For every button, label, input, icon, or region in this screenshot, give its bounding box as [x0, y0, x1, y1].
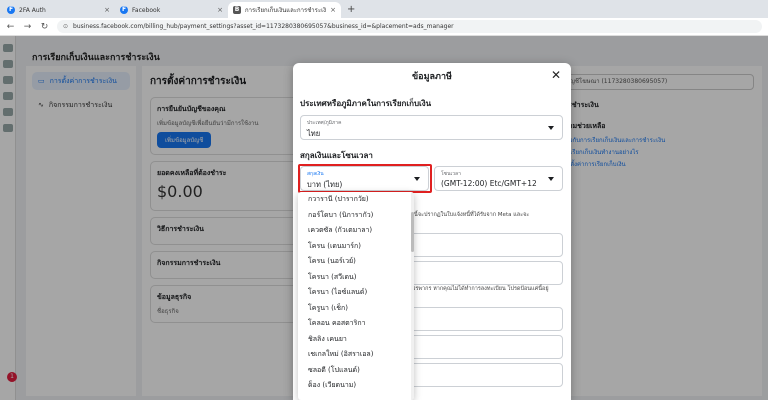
tax-note-1: ข้อมูลนี้จะปรากฏในใบแจ้งหนี้ที่ได้รับจาก…	[400, 212, 530, 218]
currency-option[interactable]: โครน (เดนมาร์ก)	[298, 239, 414, 255]
currency-option[interactable]: ชิลลิง เคนยา	[298, 332, 414, 348]
billing-icon: B	[233, 6, 241, 14]
url-text: business.facebook.com/billing_hub/paymen…	[73, 23, 454, 30]
currency-highlight-box	[298, 164, 432, 193]
currency-option[interactable]: โครูนา (เช็ก)	[298, 301, 414, 317]
tab-billing[interactable]: B การเรียกเก็บเงินและการชำระเงิน ×	[228, 2, 341, 18]
country-value: ไทย	[307, 129, 321, 138]
back-icon[interactable]: ←	[6, 22, 15, 32]
tab-facebook[interactable]: F Facebook ×	[115, 2, 228, 18]
tax-field-5[interactable]	[398, 363, 563, 387]
browser-tab-bar: F 2FA Auth × F Facebook × B การเรียกเก็บ…	[0, 0, 768, 18]
url-field[interactable]: ⊙ business.facebook.com/billing_hub/paym…	[57, 20, 762, 33]
close-tab-icon[interactable]: ×	[104, 6, 110, 14]
close-icon[interactable]: ✕	[551, 68, 561, 82]
chevron-down-icon	[548, 176, 554, 181]
section-currency-title: สกุลเงินและโซนเวลา	[300, 151, 373, 160]
tab-title: Facebook	[132, 6, 161, 14]
timezone-value: (GMT-12:00) Etc/GMT+12	[441, 179, 537, 188]
new-tab-button[interactable]: +	[341, 2, 361, 18]
tab-title: การเรียกเก็บเงินและการชำระเงิน	[245, 7, 327, 14]
tax-note-2: เพิ่มสรรพากร หากคุณไม่ได้ทำการลงทะเบียน …	[400, 286, 549, 292]
timezone-select[interactable]: โซนเวลา (GMT-12:00) Etc/GMT+12	[434, 166, 563, 191]
address-bar: ← → ↻ ⊙ business.facebook.com/billing_hu…	[0, 18, 768, 36]
currency-dropdown-list[interactable]: กวารานี (ปารากวัย) กอร์โดบา (นิการากัว) …	[298, 192, 414, 400]
tax-field-1[interactable]	[398, 233, 563, 257]
currency-option[interactable]: ซลอตี (โปแลนด์)	[298, 363, 414, 379]
site-info-icon[interactable]: ⊙	[63, 23, 68, 30]
modal-title: ข้อมูลภาษี	[412, 72, 452, 82]
country-label: ประเทศ/ภูมิภาค	[307, 120, 342, 126]
close-tab-icon[interactable]: ×	[330, 6, 336, 14]
modal-header: ข้อมูลภาษี ✕	[293, 63, 571, 89]
currency-option[interactable]: โคลอน คอสตาริกา	[298, 316, 414, 332]
currency-option[interactable]: โครนา (ไอซ์แลนด์)	[298, 285, 414, 301]
chevron-down-icon	[548, 125, 554, 130]
section-country-title: ประเทศหรือภูมิภาคในการเรียกเก็บเงิน	[300, 99, 432, 108]
currency-option[interactable]: เควตซัล (กัวเตมาลา)	[298, 223, 414, 239]
currency-option[interactable]: โครนา (สวีเดน)	[298, 270, 414, 286]
facebook-icon: F	[7, 6, 15, 14]
forward-icon[interactable]: →	[23, 22, 32, 32]
tab-title: 2FA Auth	[19, 6, 46, 14]
currency-option[interactable]: เชเกลใหม่ (อิสราเอล)	[298, 347, 414, 363]
scrollbar-thumb[interactable]	[411, 212, 414, 252]
tax-field-4[interactable]	[398, 335, 563, 359]
currency-option[interactable]: ด็อง (เวียดนาม)	[298, 378, 414, 394]
facebook-icon: F	[120, 6, 128, 14]
country-select[interactable]: ประเทศ/ภูมิภาค ไทย	[300, 115, 563, 140]
dropdown-scrollbar[interactable]	[411, 192, 414, 400]
currency-option[interactable]: กอร์โดบา (นิการากัว)	[298, 208, 414, 224]
currency-option[interactable]: โครน (นอร์เวย์)	[298, 254, 414, 270]
currency-option[interactable]: กวารานี (ปารากวัย)	[298, 192, 414, 208]
reload-icon[interactable]: ↻	[40, 22, 49, 32]
tab-2fa-auth[interactable]: F 2FA Auth ×	[2, 2, 115, 18]
tax-field-2[interactable]	[398, 261, 563, 285]
close-tab-icon[interactable]: ×	[217, 6, 223, 14]
timezone-label: โซนเวลา	[441, 171, 461, 177]
tax-field-3[interactable]	[398, 307, 563, 331]
